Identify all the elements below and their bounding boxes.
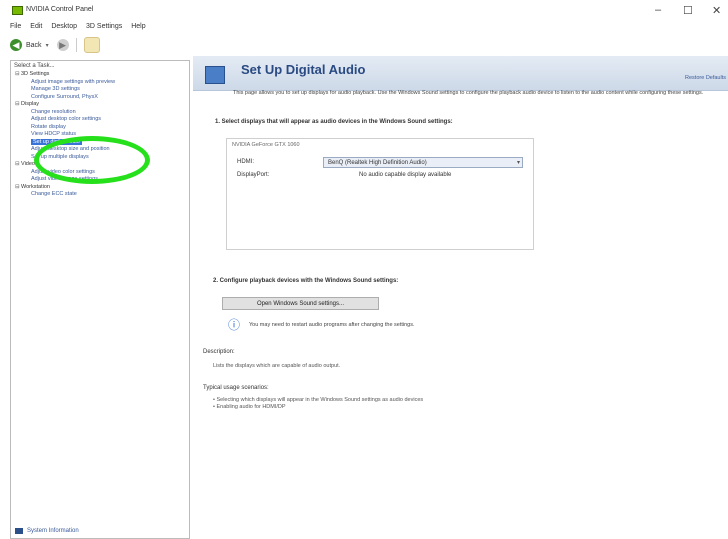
tree-item[interactable]: Set up digital audio [13, 138, 188, 147]
info-icon: ⓘ [227, 318, 240, 332]
toolbar: ◀ Back ▾ ▶ [10, 37, 100, 53]
section1-title: 1. Select displays that will appear as a… [215, 119, 453, 125]
tree-item-label: Display [21, 101, 40, 107]
menu-help[interactable]: Help [131, 23, 145, 33]
system-information-link[interactable]: System Information [15, 528, 79, 534]
section2-title: 2. Configure playback devices with the W… [213, 278, 399, 284]
tree-item[interactable]: Set up multiple displays [13, 154, 188, 162]
menu-3d-settings[interactable]: 3D Settings [86, 23, 122, 33]
restore-defaults-link[interactable]: Restore Defaults [685, 75, 726, 81]
tree-item-label: Workstation [21, 183, 50, 190]
window-title: NVIDIA Control Panel [26, 6, 94, 13]
content-panel: Set Up Digital Audio Restore Defaults Th… [193, 56, 728, 539]
open-sound-settings-button[interactable]: Open Windows Sound settings... [222, 297, 379, 310]
tree-item[interactable]: Configure Surround, PhysX [13, 94, 188, 102]
tree-item[interactable]: Adjust video image settings [13, 176, 188, 184]
tree-item[interactable]: Adjust desktop size and position [13, 146, 188, 154]
system-information-label: System Information [27, 528, 79, 534]
tree-category[interactable]: ⊟3D Settings [13, 71, 188, 79]
tree-item-label: Rotate display [31, 123, 66, 130]
tree-item[interactable]: Rotate display [13, 124, 188, 132]
minimize-button[interactable]: – [655, 4, 661, 16]
usage-item: • Selecting which displays will appear i… [213, 397, 424, 403]
tree-item-label: 3D Settings [21, 71, 50, 77]
tree-item[interactable]: Adjust image settings with preview [13, 79, 188, 87]
tree-item-label: Adjust desktop size and position [31, 146, 110, 152]
tree-item[interactable]: Manage 3D settings [13, 86, 188, 94]
tree-item[interactable]: Change resolution [13, 109, 188, 117]
hdmi-label: HDMI: [237, 159, 254, 165]
tree-item-label: Adjust video color settings [31, 168, 95, 175]
home-icon[interactable] [83, 37, 100, 53]
page-title: Set Up Digital Audio [241, 62, 366, 77]
tree-item-label: Set up digital audio [31, 138, 82, 145]
tree-item-label: Change resolution [31, 108, 76, 115]
toolbar-divider [75, 38, 77, 52]
system-info-icon [15, 528, 23, 534]
tree-item-label: Manage 3D settings [31, 86, 80, 92]
chevron-down-icon: ▾ [516, 160, 520, 166]
tree-item[interactable]: Change ECC state [13, 191, 188, 199]
back-arrow-icon[interactable]: ◀ [10, 39, 22, 51]
page-banner: Set Up Digital Audio Restore Defaults [193, 56, 728, 91]
nvidia-logo-icon [12, 6, 23, 15]
task-tree: ⊟3D Settings Adjust image settings with p… [13, 71, 188, 199]
maximize-button[interactable]: ☐ [683, 4, 693, 17]
description-label: Description: [203, 349, 235, 355]
tree-item-label: Video [21, 161, 35, 167]
tree-item[interactable]: Adjust desktop color settings [13, 116, 188, 124]
tree-item[interactable]: View HDCP status [13, 131, 188, 139]
title-bar: NVIDIA Control Panel – ☐ ✕ [0, 0, 728, 20]
hdmi-audio-value: BenQ (Realtek High Definition Audio) [328, 160, 427, 166]
tree-item-label: View HDCP status [31, 131, 77, 137]
audio-page-icon [205, 66, 225, 84]
page-intro-text: This page allows you to set up displays … [233, 90, 704, 96]
tree-item-label: Adjust desktop color settings [31, 116, 102, 122]
back-dropdown-icon[interactable]: ▾ [46, 42, 49, 49]
tree-item-label: Adjust video image settings [31, 176, 98, 182]
tree-category[interactable]: ⊟Video [13, 161, 188, 169]
description-text: Lists the displays which are capable of … [213, 363, 341, 369]
displayport-label: DisplayPort: [237, 172, 270, 178]
gpu-audio-groupbox: NVIDIA GeForce GTX 1060 HDMI: BenQ (Real… [226, 138, 534, 250]
tree-category[interactable]: ⊟Workstation [13, 184, 188, 192]
forward-arrow-icon[interactable]: ▶ [56, 39, 69, 51]
back-button-label[interactable]: Back [26, 42, 42, 49]
task-panel: Select a Task... ⊟3D Settings Adjust imag… [10, 60, 190, 539]
gpu-name-legend: NVIDIA GeForce GTX 1060 [232, 142, 300, 148]
restart-audio-note: You may need to restart audio programs a… [249, 322, 415, 328]
menu-file[interactable]: File [10, 23, 21, 33]
tree-item-label: Configure Surround, PhysX [31, 93, 98, 100]
usage-scenarios-label: Typical usage scenarios: [203, 385, 269, 391]
close-button[interactable]: ✕ [712, 4, 721, 17]
tree-category[interactable]: ⊟Display [13, 101, 188, 109]
displayport-value: No audio capable display available [359, 172, 452, 178]
usage-item: • Enabling audio for HDMI/DP [213, 404, 286, 410]
tree-item-label: Change ECC state [31, 191, 77, 197]
tree-item-label: Adjust image settings with preview [31, 78, 116, 85]
menu-bar: File Edit Desktop 3D Settings Help [10, 23, 146, 33]
hdmi-audio-select[interactable]: BenQ (Realtek High Definition Audio) ▾ [323, 157, 523, 168]
usage-scenarios-list: • Selecting which displays will appear i… [213, 397, 423, 411]
tree-item[interactable]: Adjust video color settings [13, 169, 188, 177]
tree-item-label: Set up multiple displays [31, 153, 89, 160]
menu-desktop[interactable]: Desktop [51, 23, 77, 33]
menu-edit[interactable]: Edit [30, 23, 42, 33]
task-panel-header: Select a Task... [14, 63, 55, 69]
